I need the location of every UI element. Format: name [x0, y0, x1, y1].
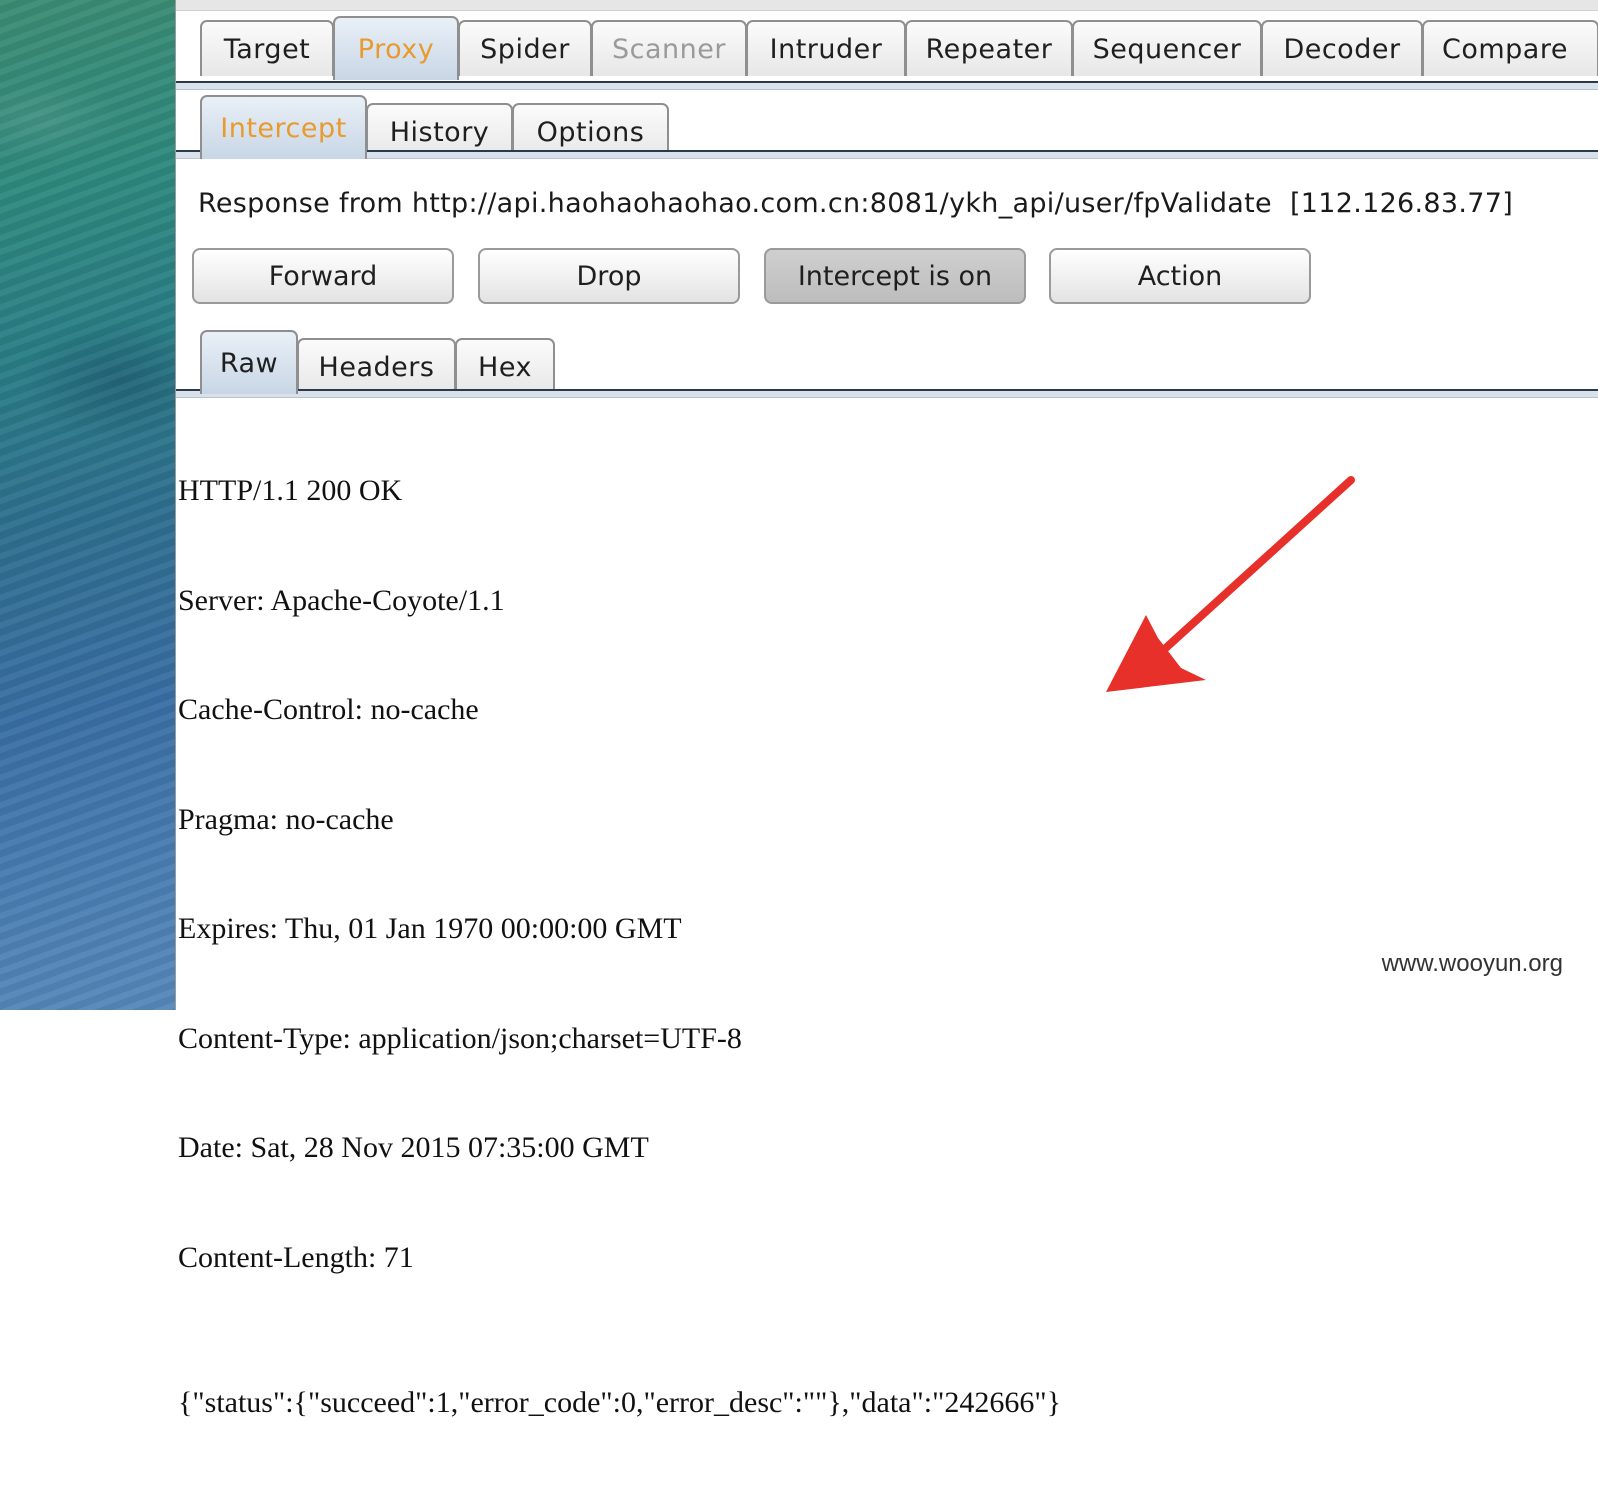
proxy-sub-tab-bar: Intercept History Options	[176, 95, 1598, 159]
response-header-line: HTTP/1.1 200 OK	[178, 474, 403, 507]
intercept-toggle-button[interactable]: Intercept is on	[764, 248, 1026, 304]
response-ip: [112.126.83.77]	[1289, 188, 1514, 219]
tab-raw[interactable]: Raw	[200, 330, 298, 394]
forward-button[interactable]: Forward	[192, 248, 454, 304]
window-top-strip	[176, 0, 1598, 11]
response-header-line: Expires: Thu, 01 Jan 1970 00:00:00 GMT	[178, 912, 682, 945]
tab-bar-baseline	[176, 81, 1598, 90]
main-tab-bar: Target Proxy Spider Scanner Intruder Rep…	[176, 16, 1598, 90]
view-tab-bar-baseline	[176, 389, 1598, 398]
drop-button[interactable]: Drop	[478, 248, 740, 304]
tab-scanner[interactable]: Scanner	[591, 20, 747, 76]
tab-decoder[interactable]: Decoder	[1261, 20, 1423, 76]
response-header-line: Pragma: no-cache	[178, 802, 394, 836]
tab-intruder[interactable]: Intruder	[746, 20, 906, 76]
red-arrow-icon	[1106, 476, 1355, 692]
tab-spider[interactable]: Spider	[458, 20, 592, 76]
tab-compare[interactable]: Compare	[1422, 20, 1598, 76]
desktop-wallpaper	[0, 0, 175, 1010]
response-header-line: Content-Type: application/json;charset=U…	[178, 1021, 742, 1055]
tab-repeater[interactable]: Repeater	[905, 20, 1073, 76]
tab-target[interactable]: Target	[200, 20, 334, 76]
watermark: www.wooyun.org	[1381, 950, 1563, 977]
response-header-line: Date: Sat, 28 Nov 2015 07:35:00 GMT	[178, 1131, 649, 1164]
response-url: Response from http://api.haohaohaohao.co…	[198, 188, 1272, 219]
tab-headers[interactable]: Headers	[297, 338, 456, 394]
response-header-line: Cache-Control: no-cache	[178, 693, 479, 726]
tab-intercept[interactable]: Intercept	[200, 95, 367, 159]
burp-suite-window: Target Proxy Spider Scanner Intruder Rep…	[175, 0, 1598, 1419]
response-header-line: Content-Length: 71	[178, 1240, 414, 1274]
raw-response-editor[interactable]: HTTP/1.1 200 OK Server: Apache-Coyote/1.…	[178, 400, 1598, 1419]
tab-proxy[interactable]: Proxy	[333, 16, 459, 80]
sub-tab-bar-baseline	[176, 150, 1598, 159]
response-header-line: Server: Apache-Coyote/1.1	[178, 583, 505, 617]
message-view-tab-bar: Raw Headers Hex	[176, 330, 1598, 398]
action-button[interactable]: Action	[1049, 248, 1311, 304]
response-target-line: Response from http://api.haohaohaohao.co…	[198, 188, 1513, 219]
tab-sequencer[interactable]: Sequencer	[1072, 20, 1262, 76]
response-body: {"status":{"succeed":1,"error_code":0,"e…	[178, 1386, 1061, 1419]
tab-hex[interactable]: Hex	[455, 338, 555, 394]
